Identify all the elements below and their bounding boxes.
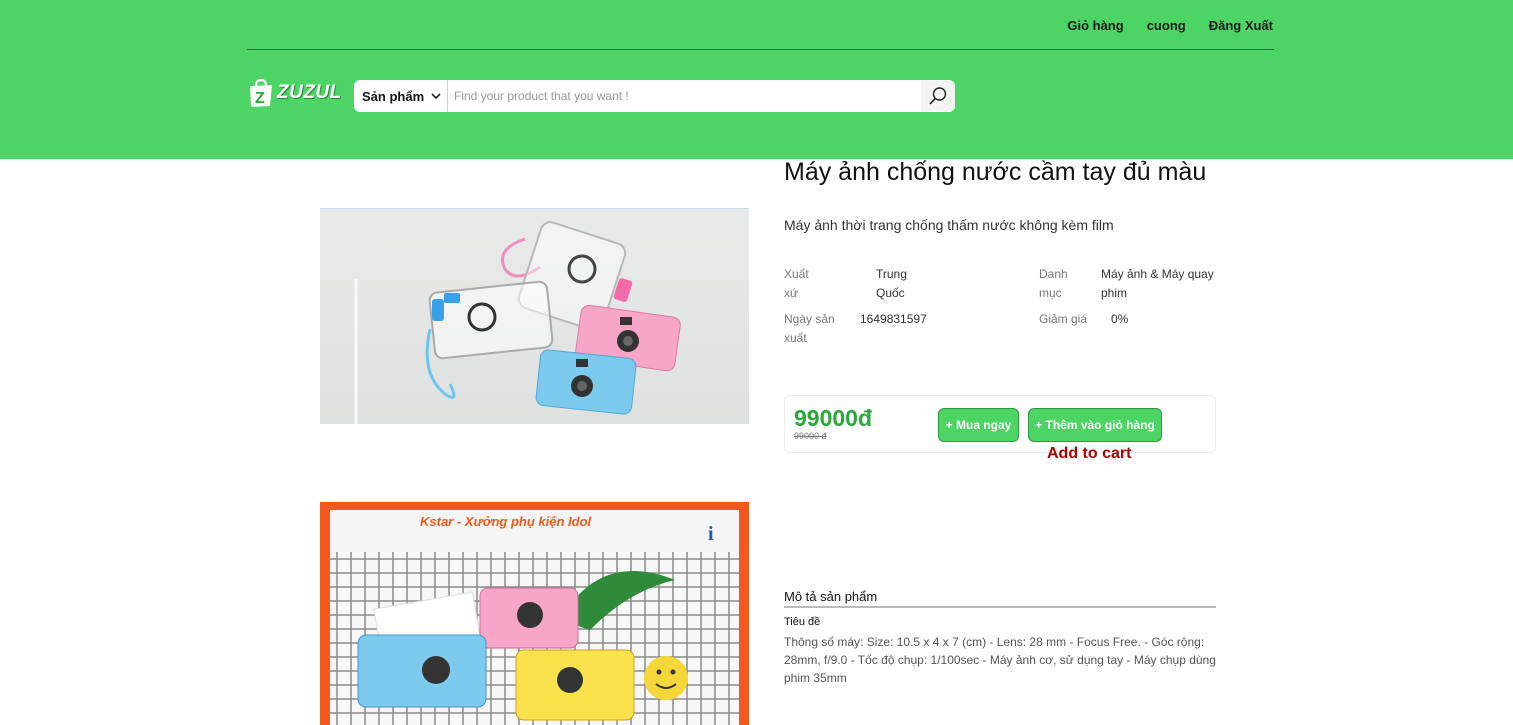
origin-value-line2: Quốc (876, 286, 905, 300)
manufacture-date-value: 1649831597 (860, 312, 927, 326)
product-title: Máy ảnh chống nước cầm tay đủ màu (784, 158, 1207, 186)
buy-now-button[interactable]: + Mua ngay (938, 408, 1019, 442)
origin-label: Xuất xứ (784, 265, 809, 303)
description-heading: Mô tả sản phẩm (784, 589, 1216, 608)
nav-user-link[interactable]: cuong (1147, 18, 1186, 33)
camera-lineup-photo: i (330, 523, 739, 725)
category-label: Danh mục (1039, 265, 1068, 303)
discount-label: Giảm giá (1039, 312, 1088, 326)
origin-value: Trung Quốc (876, 265, 907, 303)
origin-label-line1: Xuất (784, 267, 809, 281)
header-divider (247, 49, 1274, 50)
logo-text: ZUZUL (277, 82, 342, 103)
site-logo[interactable]: Z ZUZUL (248, 78, 342, 108)
manufacture-date-label: Ngày sản xuất (784, 310, 835, 348)
nav-cart-link[interactable]: Giỏ hàng (1067, 18, 1123, 33)
nav-logout-link[interactable]: Đăng Xuất (1209, 18, 1273, 33)
manufacture-date-label-line1: Ngày sản (784, 312, 835, 326)
category-label-line1: Danh (1039, 267, 1068, 281)
waterproof-camera-photo (354, 221, 681, 424)
product-image-secondary-frame: Kstar - Xưởng phụ kiện Idol i (330, 510, 739, 725)
description-subheading: Tiêu đề (784, 616, 821, 628)
image-banner-text: Kstar - Xưởng phụ kiện Idol (420, 514, 592, 529)
category-value-line1: Máy ảnh & Máy quay (1101, 267, 1214, 281)
price-box: 99000đ 99000 đ + Mua ngay + Thêm vào giỏ… (784, 395, 1216, 453)
site-header: Giỏ hàng cuong Đăng Xuất Z ZUZUL Sản phẩ… (0, 0, 1513, 159)
shopping-bag-logo-icon: Z (248, 78, 274, 108)
discount-value: 0% (1111, 312, 1129, 326)
manufacture-date-label-line2: xuất (784, 331, 807, 345)
top-nav: Giỏ hàng cuong Đăng Xuất (1067, 18, 1273, 33)
product-image-main[interactable] (320, 208, 749, 424)
description-body: Thông số máy: Size: 10.5 x 4 x 7 (cm) - … (784, 635, 1216, 685)
current-price: 99000đ (794, 405, 873, 431)
category-select[interactable]: Sản phẩm (354, 80, 448, 112)
chevron-down-icon (431, 93, 441, 100)
search-bar: Sản phẩm (354, 80, 955, 112)
add-to-cart-annotation: Add to cart (1047, 445, 1132, 462)
product-subtitle: Máy ảnh thời trang chống thấm nước không… (784, 217, 1114, 233)
logo-letter: Z (255, 90, 265, 107)
category-select-value: Sản phẩm (362, 88, 425, 104)
search-icon (929, 87, 947, 105)
origin-value-line1: Trung (876, 267, 907, 281)
search-input[interactable] (448, 81, 921, 111)
category-value-line2: phim (1101, 286, 1128, 300)
search-button[interactable] (921, 81, 955, 111)
svg-text:i: i (708, 523, 714, 545)
origin-label-line2: xứ (784, 286, 799, 300)
category-label-line2: mục (1039, 286, 1062, 300)
original-price: 99000 đ (794, 431, 827, 441)
category-value: Máy ảnh & Máy quay phim (1101, 265, 1214, 303)
add-to-cart-button[interactable]: + Thêm vào giỏ hàng (1028, 408, 1162, 442)
product-image-secondary[interactable]: Kstar - Xưởng phụ kiện Idol i (320, 502, 749, 725)
